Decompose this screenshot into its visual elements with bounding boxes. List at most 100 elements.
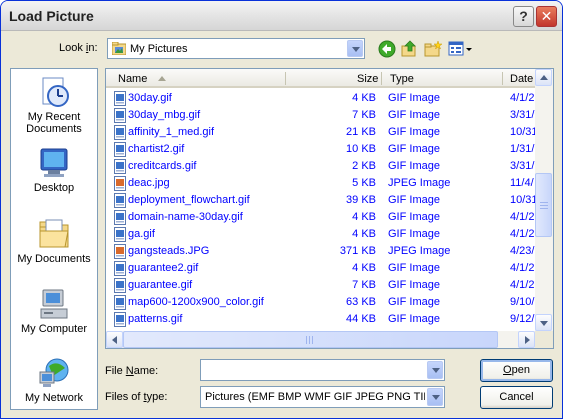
file-type: GIF Image [388,194,440,206]
file-row[interactable]: deac.jpg 5 KB JPEG Image 11/4/ [106,175,535,192]
file-name-label: File Name: [105,365,159,377]
up-folder-icon[interactable] [401,40,419,58]
file-row[interactable]: patterns.gif 44 KB GIF Image 9/12/ [106,311,535,328]
scroll-down-button[interactable] [535,314,552,331]
file-size: 2 KB [352,160,376,172]
file-size: 44 KB [346,313,376,325]
column-header-date[interactable]: Date [510,73,533,85]
file-row[interactable]: gangsteads.JPG 371 KB JPEG Image 4/23/ [106,243,535,260]
file-name: affinity_1_med.gif [128,126,215,138]
scroll-left-button[interactable] [106,331,123,348]
column-divider[interactable] [285,72,286,85]
title-bar[interactable]: Load Picture ? ✕ [1,1,562,31]
file-date: 1/31/ [510,143,535,155]
file-size: 5 KB [352,177,376,189]
file-type: GIF Image [388,109,440,121]
file-row[interactable]: map600-1200x900_color.gif 63 KB GIF Image 9… [106,294,535,311]
chevron-down-icon[interactable] [427,388,443,406]
file-name: creditcards.gif [128,160,197,172]
column-header-size[interactable]: Size [357,73,378,85]
gif-image-icon [114,261,126,276]
file-size: 4 KB [352,228,376,240]
open-button[interactable]: Open [480,359,553,382]
chevron-down-icon[interactable] [427,361,443,379]
horizontal-scroll-thumb[interactable] [123,331,498,348]
gif-image-icon [114,91,126,106]
column-header-type[interactable]: Type [390,73,414,85]
jpeg-image-icon [114,244,126,259]
list-header: Name Size Type Date [106,69,535,88]
file-type: JPEG Image [388,245,451,257]
close-button[interactable]: ✕ [536,6,557,27]
arrow-up-icon [540,75,548,80]
scroll-up-button[interactable] [535,69,552,86]
file-type: GIF Image [388,160,440,172]
sort-ascending-icon [158,76,166,81]
help-button[interactable]: ? [513,6,534,27]
horizontal-scrollbar[interactable] [106,331,535,348]
file-name: ga.gif [128,228,155,240]
file-row[interactable]: creditcards.gif 2 KB GIF Image 3/31/ [106,158,535,175]
gif-image-icon [114,312,126,327]
chevron-down-icon[interactable] [347,40,363,57]
file-row[interactable]: deployment_flowchart.gif 39 KB GIF Image 10… [106,192,536,209]
files-of-type-label: Files of type: [105,391,168,403]
place-recent-documents[interactable]: My Recent Documents [11,75,97,135]
file-name: map600-1200x900_color.gif [128,296,264,308]
column-header-name[interactable]: Name [118,73,147,85]
gif-image-icon [114,278,126,293]
file-type: GIF Image [388,279,440,291]
views-menu-icon[interactable] [448,40,474,58]
file-row[interactable]: guarantee.gif 7 KB GIF Image 4/1/2 [106,277,535,294]
file-row[interactable]: chartist2.gif 10 KB GIF Image 1/31/ [106,141,535,158]
file-type: GIF Image [388,211,440,223]
file-type: GIF Image [388,92,440,104]
vertical-scrollbar[interactable] [535,69,553,331]
arrow-right-icon [525,336,530,344]
file-row[interactable]: 30day.gif 4 KB GIF Image 4/1/2 [106,90,535,107]
new-folder-icon[interactable] [424,40,442,58]
place-my-computer[interactable]: My Computer [11,287,97,335]
place-desktop[interactable]: Desktop [11,146,97,194]
back-icon[interactable] [378,40,396,58]
grip-line [540,208,548,209]
file-row[interactable]: guarantee2.gif 4 KB GIF Image 4/1/2 [106,260,535,277]
file-size: 63 KB [346,296,376,308]
gif-image-icon [114,210,126,225]
gif-image-icon [114,125,126,140]
load-picture-dialog: Load Picture ? ✕ Look in: My Pictures My… [0,0,563,419]
file-row[interactable]: domain-name-30day.gif 4 KB GIF Image 4/1/2 [106,209,535,226]
gif-image-icon [114,295,126,310]
file-list[interactable]: Name Size Type Date 30day.gif 4 KB GIF Ima… [105,68,554,349]
grip-line [309,336,310,344]
file-type: GIF Image [388,143,440,155]
desktop-icon [40,148,68,177]
file-name-combo[interactable] [200,359,445,381]
files-of-type-dropdown[interactable]: Pictures (EMF BMP WMF GIF JPEG PNG TIFF [200,386,445,408]
vertical-scroll-thumb[interactable] [535,173,552,237]
file-type: JPEG Image [388,177,451,189]
file-name: 30day.gif [128,92,172,104]
file-row[interactable]: 30day_mbg.gif 7 KB GIF Image 3/31/ [106,107,535,124]
grip-line [540,205,548,206]
file-name: deac.jpg [128,177,170,189]
file-row[interactable]: ga.gif 4 KB GIF Image 4/1/2 [106,226,535,243]
column-divider[interactable] [381,72,382,85]
place-label: My Recent Documents [26,111,82,135]
file-name-input[interactable] [203,362,425,378]
cancel-button[interactable]: Cancel [480,386,553,409]
place-my-documents[interactable]: My Documents [11,217,97,265]
place-my-network[interactable]: My Network [11,356,97,404]
file-name: deployment_flowchart.gif [128,194,250,206]
gif-image-icon [114,227,126,242]
jpeg-image-icon [114,176,126,191]
scroll-right-button[interactable] [518,331,535,348]
look-in-dropdown[interactable]: My Pictures [107,38,365,59]
column-divider[interactable] [502,72,503,85]
file-row[interactable]: affinity_1_med.gif 21 KB GIF Image 10/31 [106,124,536,141]
file-size: 7 KB [352,109,376,121]
place-label: My Network [24,392,84,404]
file-date: 3/31/ [510,109,535,121]
grip-line [540,202,548,203]
file-size: 10 KB [346,143,376,155]
